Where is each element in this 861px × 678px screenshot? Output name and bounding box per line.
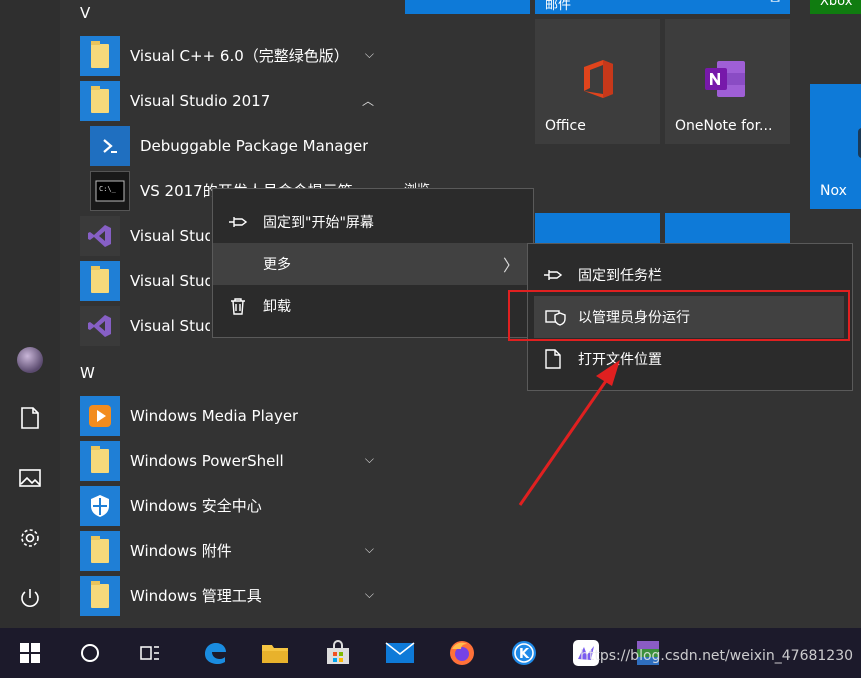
taskbar-edge[interactable]: [185, 628, 245, 678]
taskbar-kugou[interactable]: K: [494, 628, 554, 678]
taskbar-file-explorer[interactable]: [245, 628, 305, 678]
svg-text:K: K: [519, 647, 530, 662]
taskbar-mail[interactable]: [370, 628, 430, 678]
kugou-icon: K: [512, 641, 536, 665]
folder-icon: [262, 645, 288, 663]
start-button[interactable]: [0, 628, 60, 678]
watermark-text: https://blog.csdn.net/weixin_47681230: [580, 648, 854, 664]
task-view-button[interactable]: [120, 628, 180, 678]
edge-icon: [205, 643, 226, 664]
task-view-icon: [140, 646, 159, 660]
firefox-icon: [450, 641, 474, 665]
store-bag-icon: [327, 640, 349, 664]
taskbar-store[interactable]: [308, 628, 368, 678]
taskbar-firefox[interactable]: [432, 628, 492, 678]
windows-logo-icon: [20, 643, 40, 663]
cortana-circle-icon: [81, 644, 99, 662]
mail-icon: [385, 642, 415, 663]
annotation-arrow: [518, 360, 620, 506]
search-button[interactable]: [60, 628, 120, 678]
